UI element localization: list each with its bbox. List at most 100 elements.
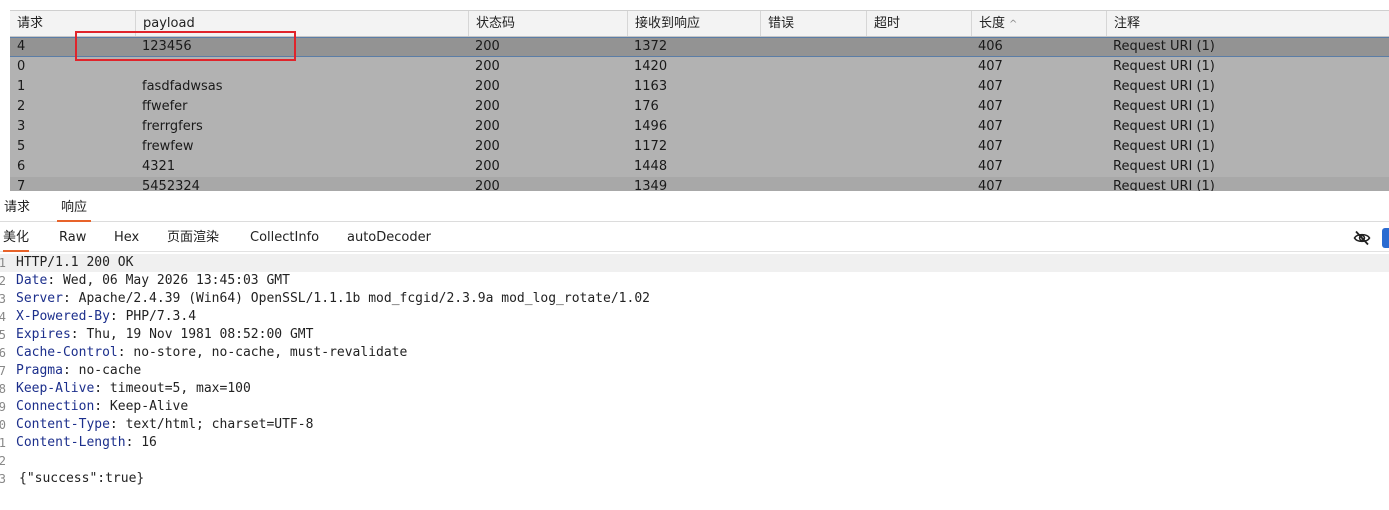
header-value: : PHP/7.3.4	[109, 309, 197, 324]
cell-error	[760, 57, 866, 77]
table-row[interactable]: 5 frewfew 200 1172 407 Request URI (1)	[10, 137, 1389, 157]
line-content: Date: Wed, 06 May 2026 13:45:03 GMT	[16, 272, 290, 290]
cell-received: 176	[634, 99, 659, 114]
cell-status: 200	[475, 59, 500, 74]
cell-payload: fasdfadwsas	[142, 79, 223, 94]
cell-comment: Request URI (1)	[1113, 179, 1215, 191]
cell-status: 200	[475, 159, 500, 174]
col-header-payload[interactable]: payload	[135, 11, 465, 36]
response-editor[interactable]: 1 HTTP/1.1 200 OK 2 Date: Wed, 06 May 2026 …	[0, 254, 1389, 510]
tab-autodecoder[interactable]: autoDecoder	[347, 226, 431, 250]
cell-req: 2	[17, 99, 26, 114]
table-row[interactable]: 2 ffwefer 200 176 407 Request URI (1)	[10, 97, 1389, 117]
table-row[interactable]: 0 200 1420 407 Request URI (1)	[10, 57, 1389, 77]
header-name: Server	[16, 291, 63, 306]
cell-received: 1349	[634, 179, 668, 191]
cell-comment: Request URI (1)	[1113, 79, 1215, 94]
col-header-comment[interactable]: 注释	[1106, 11, 1389, 36]
header-value: : text/html; charset=UTF-8	[109, 417, 314, 432]
cell-payload: frerrgfers	[142, 119, 203, 134]
col-header-length[interactable]: 长度 ^	[971, 11, 1106, 36]
line-number: 1	[0, 256, 6, 270]
line-number: 3	[0, 472, 6, 486]
cell-length: 407	[978, 139, 1003, 154]
cell-length: 406	[978, 39, 1003, 54]
line-number: 2	[0, 454, 6, 468]
table-row[interactable]: 7 5452324 200 1349 407 Request URI (1)	[10, 177, 1389, 191]
cell-req: 5	[17, 139, 26, 154]
line-number: 1	[0, 436, 6, 450]
tab-request[interactable]: 请求	[0, 196, 34, 220]
col-header-received[interactable]: 接收到响应	[627, 11, 760, 36]
line-content: HTTP/1.1 200 OK	[16, 254, 133, 272]
table-row[interactable]: 4 123456 200 1372 406 Request URI (1)	[10, 37, 1389, 57]
editor-line: 2 Date: Wed, 06 May 2026 13:45:03 GMT	[0, 272, 1389, 290]
header-value: : 16	[125, 435, 157, 450]
cell-received: 1448	[634, 159, 668, 174]
cell-status: 200	[475, 179, 500, 191]
line-number: 6	[0, 346, 6, 360]
col-header-request[interactable]: 请求	[10, 11, 135, 36]
cell-error	[760, 137, 866, 157]
sort-ascending-icon: ^	[1009, 19, 1018, 30]
tab-collectinfo[interactable]: CollectInfo	[250, 226, 319, 250]
cell-req: 3	[17, 119, 26, 134]
cell-payload: 123456	[142, 39, 192, 54]
line-content: Content-Length: 16	[16, 434, 157, 452]
cell-length: 407	[978, 79, 1003, 94]
tab-response[interactable]: 响应	[57, 196, 92, 222]
cell-timeout	[866, 117, 971, 137]
tab-render[interactable]: 页面渲染	[167, 226, 219, 250]
results-table: 请求 payload 状态码 接收到响应 错误 超时 长度 ^ 注释 4 12345…	[10, 10, 1389, 191]
cell-received: 1172	[634, 139, 668, 154]
line-content: Pragma: no-cache	[16, 362, 141, 380]
line-content: X-Powered-By: PHP/7.3.4	[16, 308, 196, 326]
cell-payload: frewfew	[142, 139, 194, 154]
cell-status: 200	[475, 79, 500, 94]
hide-eye-icon[interactable]	[1353, 229, 1371, 247]
cell-timeout	[866, 177, 971, 191]
line-number: 4	[0, 310, 6, 324]
tab-pretty[interactable]: 美化	[3, 226, 30, 252]
editor-line: 2	[0, 452, 1389, 470]
cell-timeout	[866, 57, 971, 77]
cell-received: 1496	[634, 119, 668, 134]
cell-comment: Request URI (1)	[1113, 119, 1215, 134]
cell-req: 4	[17, 39, 26, 54]
cell-timeout	[866, 97, 971, 117]
editor-line: 4 X-Powered-By: PHP/7.3.4	[0, 308, 1389, 326]
cell-received: 1372	[634, 39, 668, 54]
side-panel-toggle[interactable]	[1382, 228, 1389, 248]
header-value: : Thu, 19 Nov 1981 08:52:00 GMT	[70, 327, 314, 342]
cell-status: 200	[475, 39, 500, 54]
line-content: Content-Type: text/html; charset=UTF-8	[16, 416, 313, 434]
line-number: 5	[0, 328, 6, 342]
col-header-status[interactable]: 状态码	[468, 11, 626, 36]
table-row[interactable]: 6 4321 200 1448 407 Request URI (1)	[10, 157, 1389, 177]
cell-comment: Request URI (1)	[1113, 39, 1215, 54]
header-name: Content-Length	[16, 435, 126, 450]
line-number: 9	[0, 400, 6, 414]
table-row[interactable]: 1 fasdfadwsas 200 1163 407 Request URI (1)	[10, 77, 1389, 97]
header-name: Expires	[16, 327, 71, 342]
line-content: Expires: Thu, 19 Nov 1981 08:52:00 GMT	[16, 326, 313, 344]
line-number: 2	[0, 274, 6, 288]
cell-payload: 4321	[142, 159, 176, 174]
editor-line: 6 Cache-Control: no-store, no-cache, must…	[0, 344, 1389, 362]
editor-line: 5 Expires: Thu, 19 Nov 1981 08:52:00 GMT	[0, 326, 1389, 344]
line-content: Connection: Keep-Alive	[16, 398, 188, 416]
cell-req: 7	[17, 179, 26, 191]
cell-received: 1163	[634, 79, 668, 94]
header-value: : no-cache	[62, 363, 142, 378]
tab-hex[interactable]: Hex	[114, 226, 139, 250]
header-value: : Apache/2.4.39 (Win64) OpenSSL/1.1.1b m…	[62, 291, 650, 306]
table-row[interactable]: 3 frerrgfers 200 1496 407 Request URI (1)	[10, 117, 1389, 137]
col-header-error[interactable]: 错误	[760, 11, 866, 36]
header-value: {"success":true}	[19, 471, 145, 486]
editor-line: 3 {"success":true}	[0, 470, 1389, 488]
col-header-timeout[interactable]: 超时	[866, 11, 971, 36]
header-name: Connection	[16, 399, 95, 414]
cell-error	[760, 97, 866, 117]
tab-raw[interactable]: Raw	[59, 226, 86, 250]
cell-status: 200	[475, 139, 500, 154]
